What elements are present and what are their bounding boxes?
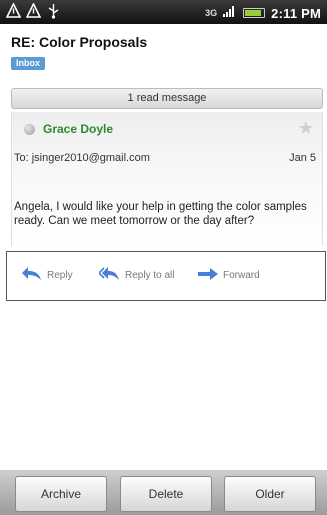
archive-button[interactable]: Archive — [15, 476, 107, 512]
forward-label: Forward — [223, 269, 260, 281]
delete-button[interactable]: Delete — [120, 476, 212, 512]
notification-icons — [5, 2, 61, 19]
message-header: RE: Color Proposals Inbox — [0, 24, 327, 82]
status-bar: 3G 2:11 PM — [0, 0, 327, 24]
reply-all-icon — [97, 266, 121, 285]
message-body: Angela, I would like your help in gettin… — [14, 201, 307, 227]
forward-icon — [197, 266, 219, 285]
signal-icon — [223, 4, 237, 22]
reply-all-label: Reply to all — [125, 269, 175, 281]
recipient-line: To: jsinger2010@gmail.com — [14, 152, 150, 164]
forward-button[interactable]: Forward — [197, 264, 260, 286]
star-icon[interactable]: ★ — [298, 118, 314, 139]
message-subject: RE: Color Proposals — [11, 34, 148, 50]
folder-badge: Inbox — [11, 57, 45, 70]
message-card: Grace Doyle ★ To: jsinger2010@gmail.com … — [11, 112, 323, 246]
read-messages-bar[interactable]: 1 read message — [11, 88, 323, 109]
reply-label: Reply — [47, 269, 73, 281]
usb-icon — [46, 3, 61, 19]
older-button[interactable]: Older — [224, 476, 316, 512]
presence-icon — [24, 124, 35, 135]
warning-icon — [25, 2, 42, 19]
bottom-toolbar: Archive Delete Older — [0, 470, 327, 515]
reply-all-button[interactable]: Reply to all — [97, 264, 175, 286]
sender-name[interactable]: Grace Doyle — [43, 122, 113, 136]
battery-icon — [243, 8, 266, 18]
reply-icon — [21, 266, 43, 285]
clock: 2:11 PM — [271, 5, 321, 21]
message-date: Jan 5 — [289, 152, 316, 164]
reply-button[interactable]: Reply — [21, 264, 73, 286]
reply-actions: Reply Reply to all Forward — [6, 251, 326, 301]
network-type-label: 3G — [205, 8, 218, 18]
warning-icon — [5, 2, 22, 19]
